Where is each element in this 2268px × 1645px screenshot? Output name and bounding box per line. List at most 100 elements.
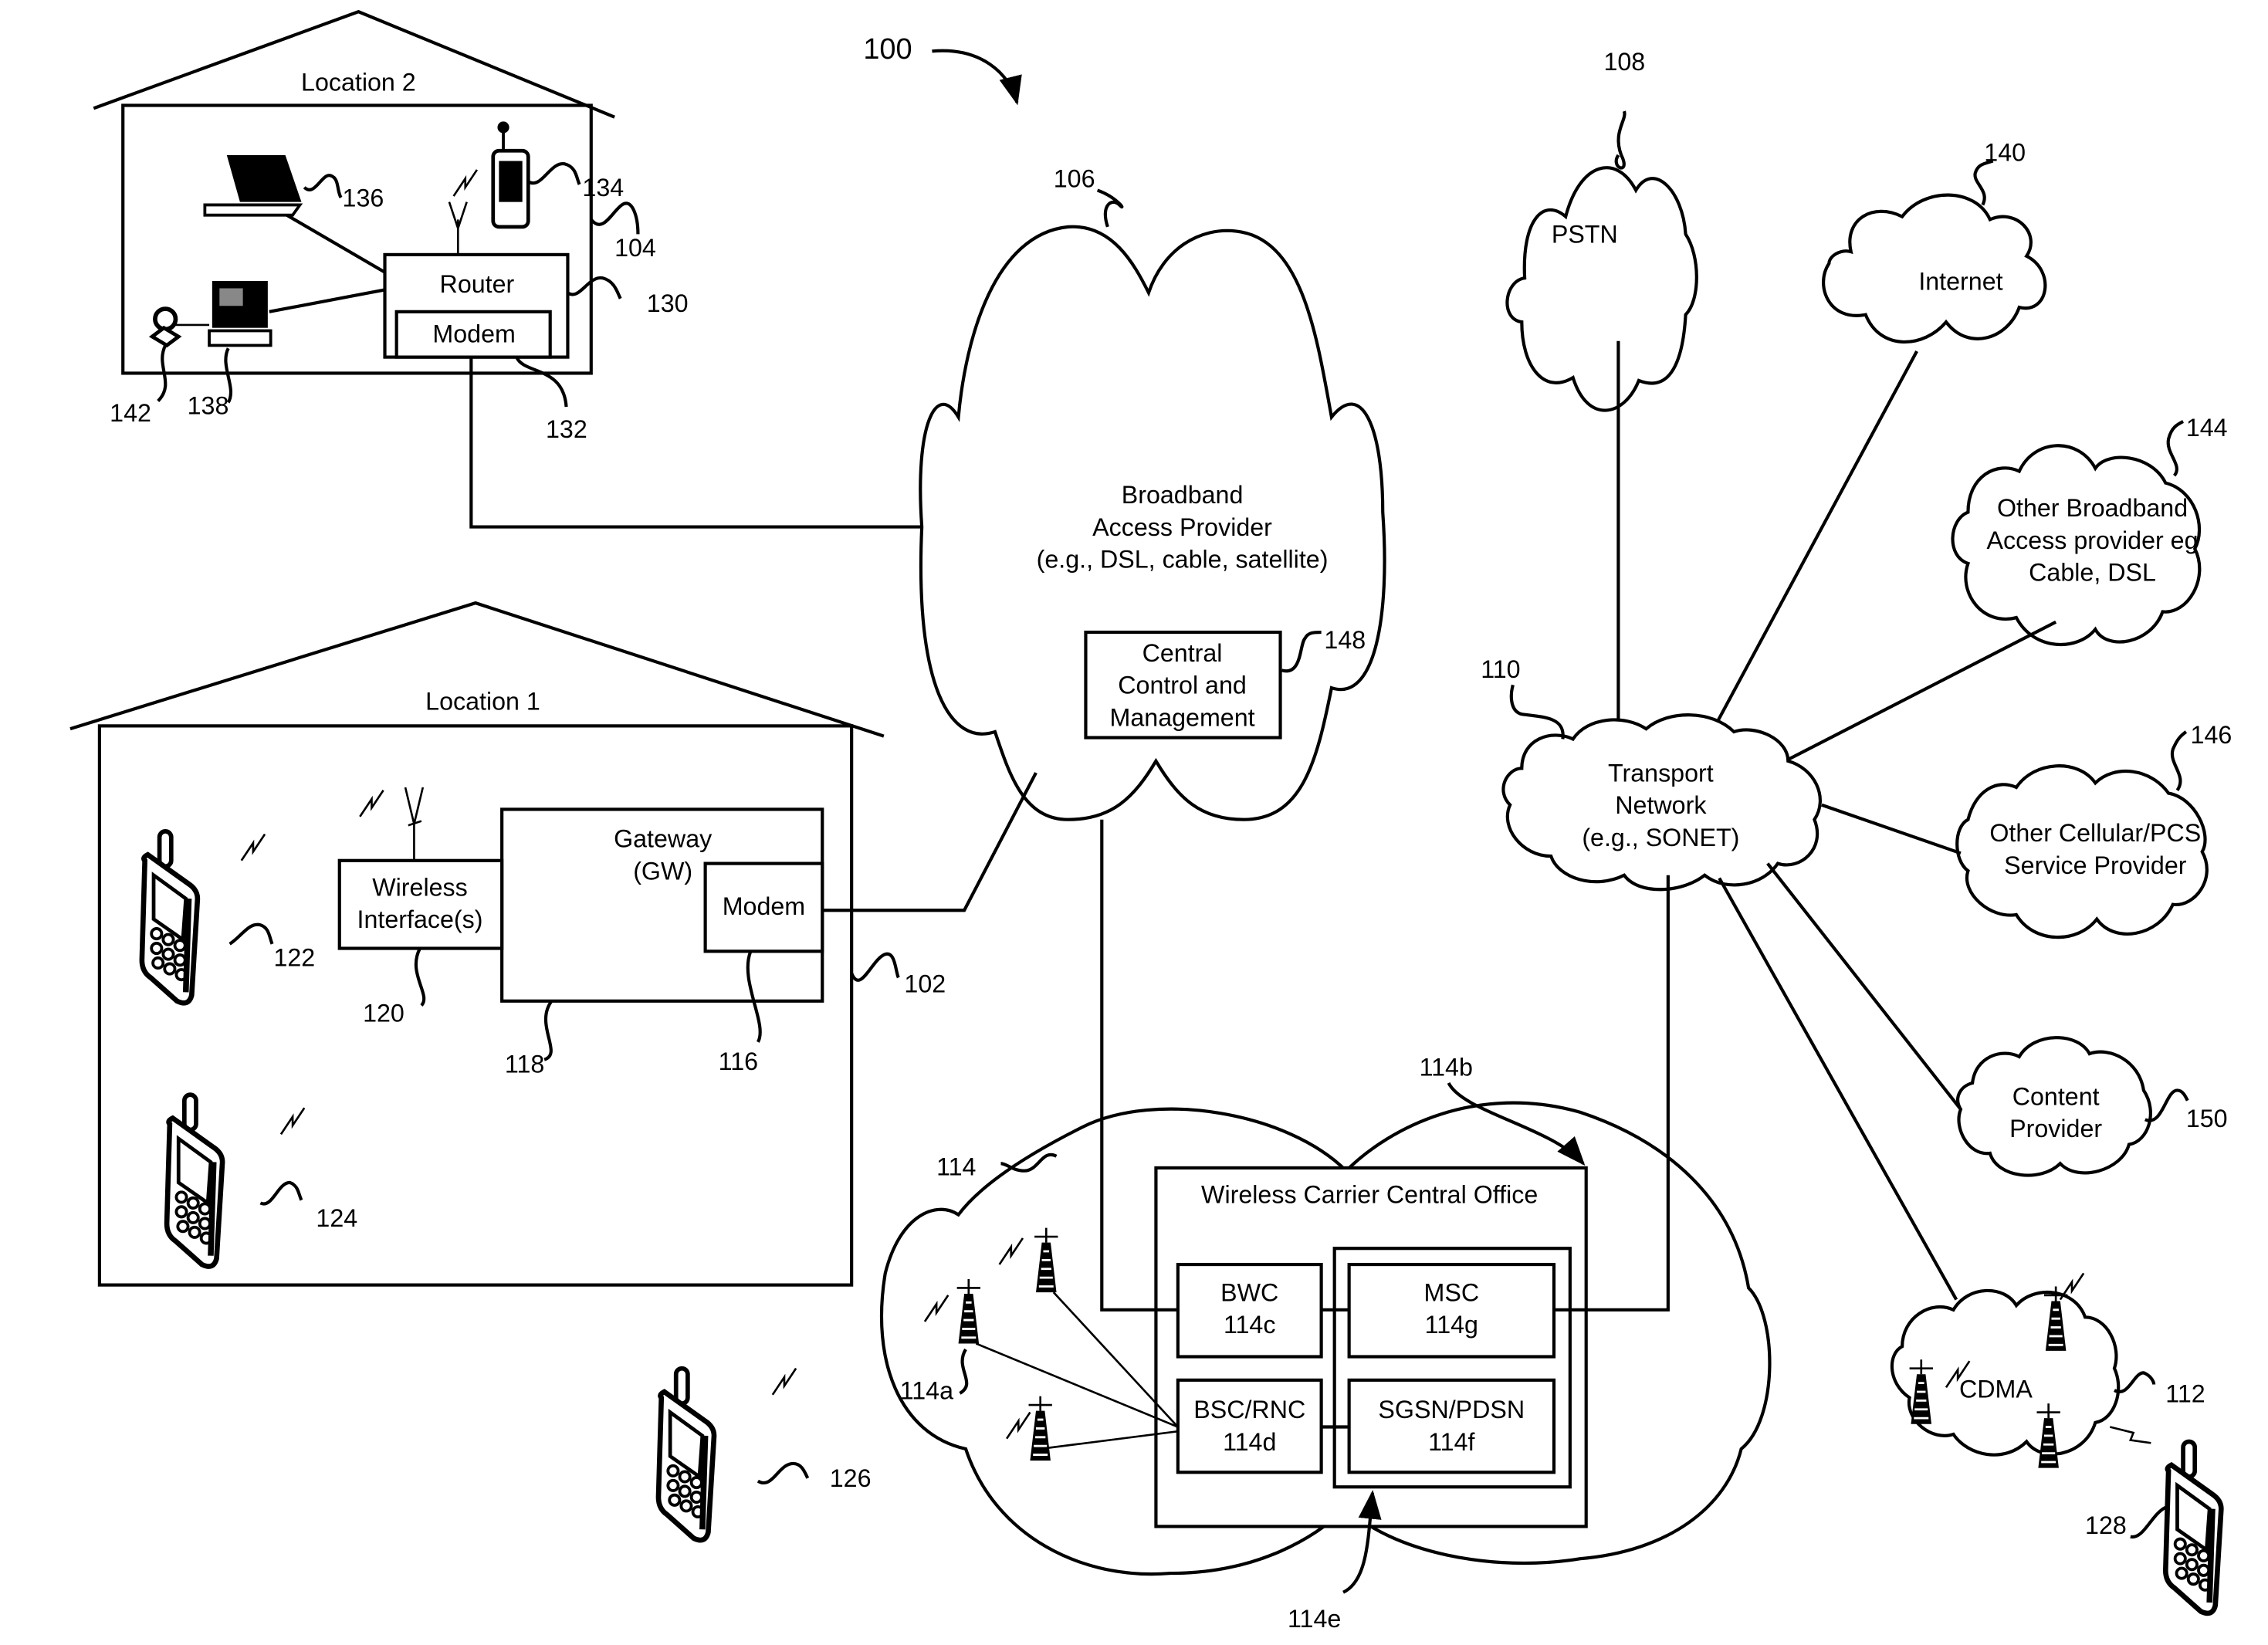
cdma-ref: 112 — [2165, 1379, 2205, 1407]
gateway-line-1: Gateway — [614, 825, 713, 853]
wireless-interface-leader — [414, 947, 426, 1007]
desktop-computer-icon — [208, 281, 272, 347]
laptop-ref: 136 — [343, 184, 384, 212]
modem-label-location-2: Modem — [432, 320, 515, 348]
router-leader — [567, 276, 622, 300]
modem-label-location-1: Modem — [723, 892, 805, 920]
other-broadband-line-1: Other Broadband — [1997, 494, 2188, 522]
laptop-leader — [303, 174, 343, 199]
webcam-ref: 142 — [110, 399, 151, 427]
pda-ref: 134 — [582, 174, 624, 201]
pda-icon — [491, 121, 530, 229]
location-1-house: Location 1 102 Gateway (GW) Modem 116 11… — [69, 601, 946, 1287]
other-cellular-ref: 146 — [2191, 721, 2232, 749]
webcam-icon — [148, 306, 182, 348]
gateway-leader — [543, 1000, 553, 1061]
pda-leader — [527, 162, 581, 185]
other-cellular-transport-link — [1821, 803, 1962, 855]
phone-signal-icon — [279, 1106, 306, 1136]
broadband-line-3: (e.g., DSL, cable, satellite) — [1037, 546, 1329, 574]
cdma-cloud — [1891, 1288, 2121, 1457]
bwc-line-1: BWC — [1220, 1278, 1278, 1306]
phone-126-ref: 126 — [830, 1464, 872, 1492]
location-2-title: Location 2 — [301, 69, 416, 96]
other-broadband-line-2: Access provider eg — [1987, 526, 2199, 554]
msc-line-1: MSC — [1424, 1278, 1480, 1306]
content-provider-transport-link — [1766, 862, 1962, 1111]
pstn-leader — [1614, 110, 1627, 170]
mobile-phone-icon — [142, 831, 198, 1003]
location-2-leader — [590, 201, 640, 235]
other-broadband-leader — [2166, 420, 2184, 477]
phone-126-leader — [757, 1461, 810, 1484]
router-label: Router — [440, 270, 515, 298]
router-ref: 130 — [647, 289, 689, 317]
location-1-leader — [850, 952, 900, 982]
bsc-rnc-box — [1176, 1378, 1323, 1474]
phone-122-leader — [228, 922, 274, 946]
central-control-line-3: Management — [1110, 703, 1255, 731]
pstn-cloud — [1505, 166, 1698, 412]
broadband-line-1: Broadband — [1122, 481, 1244, 509]
wireless-carrier-ref: 114 — [936, 1153, 976, 1180]
laptop-link — [286, 213, 386, 274]
transport-leader — [1509, 684, 1565, 740]
other-cellular-leader — [2170, 730, 2188, 791]
sgsn-pdsn-line-2: 114f — [1428, 1428, 1474, 1456]
cdma-phone-signal-icon — [2109, 1426, 2151, 1444]
bsc-rnc-line-2: 114d — [1223, 1428, 1276, 1456]
bwc-line-2: 114c — [1224, 1311, 1275, 1339]
transport-line-1: Transport — [1608, 759, 1714, 787]
sgsn-pdsn-line-1: SGSN/PDSN — [1378, 1396, 1525, 1423]
gateway-ref: 118 — [505, 1051, 544, 1078]
modem-leader-location-2 — [515, 356, 568, 408]
gateway-line-2: (GW) — [633, 857, 692, 885]
pstn-ref: 108 — [1603, 48, 1645, 76]
other-cellular-line-1: Other Cellular/PCS — [1989, 819, 2201, 847]
modem-ref-location-1: 116 — [719, 1048, 758, 1075]
cdma-transport-link — [1718, 877, 1958, 1301]
cdma-leader — [2114, 1371, 2156, 1393]
broadband-line-2: Access Provider — [1092, 513, 1272, 541]
transport-ref: 110 — [1481, 655, 1520, 683]
location-1-roof — [69, 601, 885, 738]
central-control-ref: 148 — [1324, 626, 1366, 654]
gateway-wireless-signal-icon — [358, 789, 384, 818]
other-cellular-line-2: Service Provider — [2004, 851, 2187, 879]
wireless-interface-line-2: Interface(s) — [357, 905, 483, 933]
location-1-broadband-link — [822, 772, 1038, 912]
phone-122-ref: 122 — [273, 943, 315, 971]
location-2-ref: 104 — [614, 234, 656, 262]
msc-line-2: 114g — [1425, 1311, 1478, 1339]
phone-128-ref: 128 — [2085, 1511, 2127, 1539]
sgsn-pdsn-box — [1347, 1378, 1556, 1474]
broadband-leader — [1096, 188, 1124, 228]
mobile-phone-icon — [658, 1369, 714, 1540]
internet-leader — [1973, 159, 1994, 206]
mobile-phone-icon — [2165, 1441, 2221, 1613]
location-2-house: Location 2 104 136 138 142 134 Router Mo… — [93, 9, 689, 443]
location-1-title: Location 1 — [425, 688, 540, 716]
mobile-phone-icon — [167, 1095, 222, 1266]
wireless-interface-ref: 120 — [363, 999, 405, 1027]
phone-signal-icon — [240, 833, 266, 862]
phone-124-ref: 124 — [316, 1204, 357, 1232]
desktop-link — [269, 288, 385, 313]
core-group-ref: 114e — [1288, 1605, 1341, 1633]
laptop-icon — [203, 154, 303, 217]
modem-ref-location-2: 132 — [546, 415, 587, 443]
central-office-ref: 114b — [1420, 1053, 1473, 1081]
figure-ref: 100 — [863, 33, 912, 66]
broadband-ref: 106 — [1054, 165, 1095, 193]
bsc-rnc-line-1: BSC/RNC — [1193, 1396, 1305, 1423]
transport-line-2: Network — [1615, 791, 1707, 819]
location-1-ref: 102 — [904, 970, 946, 997]
phone-124-leader — [259, 1180, 303, 1206]
network-diagram: 100 Location 2 104 136 138 142 134 Route… — [69, 9, 2232, 1633]
content-provider-ref: 150 — [2186, 1105, 2228, 1132]
content-provider-line-2: Provider — [2009, 1115, 2102, 1142]
internet-transport-link — [1710, 350, 1918, 733]
central-control-line-2: Control and — [1118, 672, 1247, 699]
content-provider-line-1: Content — [2012, 1082, 2100, 1110]
router-antenna-icon — [448, 201, 468, 255]
